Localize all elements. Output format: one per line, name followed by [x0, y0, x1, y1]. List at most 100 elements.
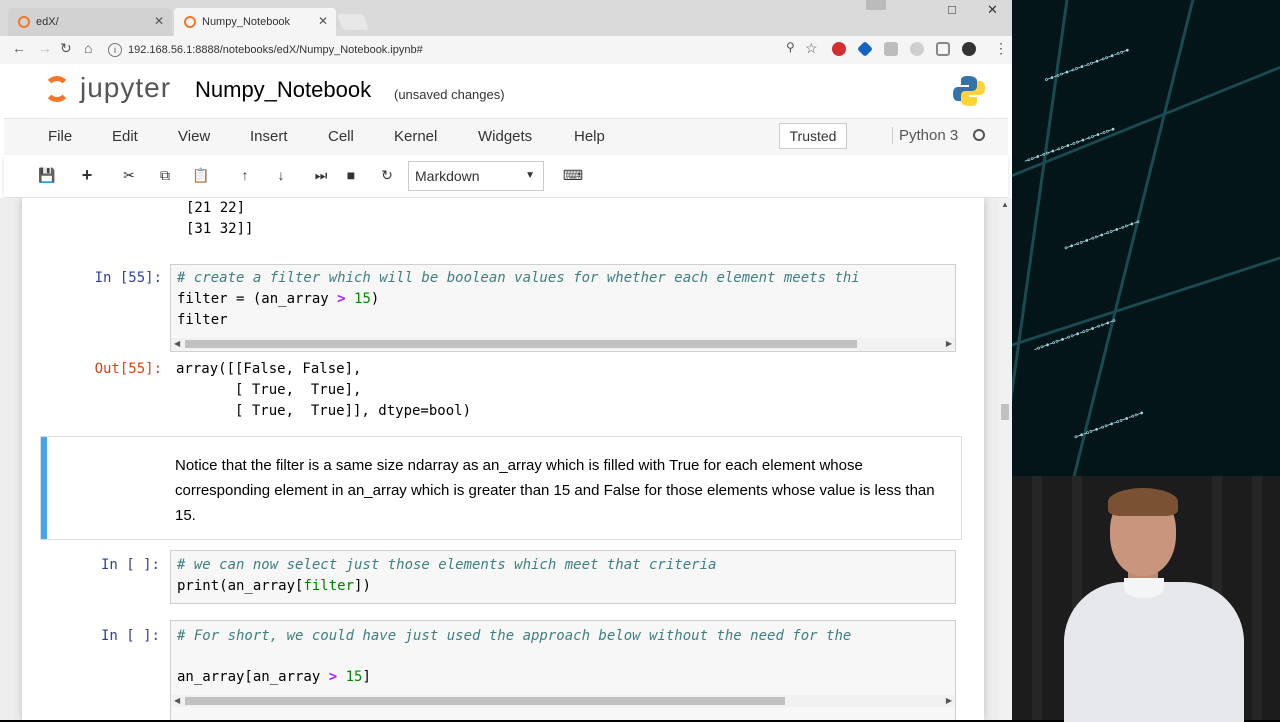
profile-icon[interactable]	[866, 0, 886, 10]
horizontal-scrollbar[interactable]: ◀ ▶	[171, 338, 955, 350]
presenter-collar	[1124, 578, 1164, 598]
code-operator: >	[337, 291, 346, 307]
notebook-area[interactable]: [21 22] [31 32]] In [55]: # create a fil…	[0, 198, 1012, 720]
back-icon[interactable]: ←	[12, 40, 26, 56]
menubar: File Edit View Insert Cell Kernel Widget…	[4, 118, 1008, 156]
tab-strip: edX/ ✕ Numpy_Notebook ✕ □ ✕	[0, 0, 1012, 36]
jupyter-logo-icon[interactable]	[44, 76, 70, 102]
notebook-page: [21 22] [31 32]] In [55]: # create a fil…	[22, 198, 984, 720]
stop-icon[interactable]: ■	[338, 163, 364, 187]
reload-icon[interactable]: ↻	[60, 40, 72, 57]
zoom-icon[interactable]: ⚲	[786, 40, 795, 54]
presenter-hair	[1108, 488, 1178, 516]
run-icon[interactable]: ⏭	[308, 163, 334, 187]
paste-icon[interactable]: 📋	[188, 163, 214, 187]
chevron-down-icon: ▼	[525, 170, 535, 181]
trusted-indicator[interactable]: Trusted	[779, 123, 847, 149]
menu-insert[interactable]: Insert	[250, 128, 288, 145]
scrollbar-thumb[interactable]	[185, 340, 857, 348]
address-bar: ← → ↻ ⌂ i 192.168.56.1:8888/notebooks/edX…	[0, 36, 1012, 65]
input-prompt: In [ ]:	[100, 557, 160, 573]
scroll-right-icon[interactable]: ▶	[946, 338, 952, 350]
code-line: filter = (an_array > 15)	[177, 291, 379, 307]
extension-diamond-icon[interactable]	[857, 41, 873, 57]
code-text: filter = (an_array	[177, 291, 338, 307]
cast-icon[interactable]	[936, 42, 950, 56]
code-comment: # For short, we could have just used the…	[177, 628, 852, 644]
notebook-title[interactable]: Numpy_Notebook	[195, 77, 371, 103]
input-prompt: In [ ]:	[100, 628, 160, 644]
vertical-scrollbar[interactable]: ▲	[998, 198, 1012, 720]
curtain-fold	[1252, 476, 1262, 720]
browser-menu-icon[interactable]: ⋮	[994, 40, 1008, 57]
scroll-left-icon[interactable]: ◀	[174, 338, 180, 350]
extension-icon[interactable]	[884, 42, 898, 56]
close-tab-icon[interactable]: ✕	[318, 14, 328, 28]
extension-icon[interactable]	[910, 42, 924, 56]
code-line: an_array[an_array > 15]	[177, 669, 371, 685]
markdown-text: Notice that the filter is a same size nd…	[175, 457, 935, 524]
move-up-icon[interactable]: ↑	[232, 163, 258, 187]
jupyter-favicon-icon	[18, 16, 30, 28]
code-cell-filter[interactable]: # create a filter which will be boolean …	[170, 264, 956, 352]
code-operator: >	[328, 669, 338, 685]
code-comment: # we can now select just those elements …	[177, 557, 717, 573]
scrollbar-thumb[interactable]	[185, 697, 785, 705]
code-cell-short[interactable]: # For short, we could have just used the…	[170, 620, 956, 720]
new-tab-button[interactable]	[337, 14, 369, 30]
code-cell-select[interactable]: # we can now select just those elements …	[170, 550, 956, 604]
insert-cell-icon[interactable]: +	[74, 163, 100, 187]
jupyter-favicon-icon	[184, 16, 196, 28]
output-line: [ True, True]], dtype=bool)	[176, 403, 472, 419]
menu-kernel[interactable]: Kernel	[394, 128, 437, 145]
cell-type-select[interactable]: Markdown ▼	[408, 161, 544, 191]
menu-cell[interactable]: Cell	[328, 128, 354, 145]
tab-numpy-notebook[interactable]: Numpy_Notebook ✕	[174, 8, 336, 36]
presenter-shirt	[1064, 582, 1244, 722]
keyboard-icon[interactable]: ⌨	[560, 163, 586, 187]
kernel-idle-icon	[973, 129, 985, 141]
cut-icon[interactable]: ✂	[116, 163, 142, 187]
copy-icon[interactable]: ⧉	[152, 163, 178, 187]
output-prompt: Out[55]:	[94, 361, 162, 377]
extension-icon[interactable]	[962, 42, 976, 56]
move-down-icon[interactable]: ↓	[268, 163, 294, 187]
url-field[interactable]: i 192.168.56.1:8888/notebooks/edX/Numpy_N…	[108, 40, 824, 60]
restart-icon[interactable]: ↻	[374, 163, 400, 187]
scroll-left-icon[interactable]: ◀	[174, 695, 180, 707]
scroll-up-icon[interactable]: ▲	[1001, 200, 1009, 209]
menu-help[interactable]: Help	[574, 128, 605, 145]
scroll-right-icon[interactable]: ▶	[946, 695, 952, 707]
digital-glyphs: ⊸⊶⊸⊶⊸⊶⊸⊶⊸⊶⊸⊶	[1023, 123, 1118, 168]
opera-extension-icon[interactable]	[832, 42, 846, 56]
menu-widgets[interactable]: Widgets	[478, 128, 532, 145]
grid-line	[1012, 256, 1280, 347]
markdown-cell-selected[interactable]: Notice that the filter is a same size nd…	[40, 436, 962, 540]
close-tab-icon[interactable]: ✕	[154, 14, 164, 28]
code-text: )	[370, 291, 380, 307]
output-line: [21 22]	[186, 200, 246, 216]
url-text: 192.168.56.1:8888/notebooks/edX/Numpy_No…	[128, 44, 423, 56]
tab-edx[interactable]: edX/ ✕	[8, 8, 172, 36]
code-text: ]	[362, 669, 371, 685]
code-number: 15	[345, 669, 363, 685]
home-icon[interactable]: ⌂	[84, 40, 92, 56]
jupyter-logo-text[interactable]: jupyter	[80, 72, 171, 104]
kernel-name[interactable]: Python 3	[892, 127, 958, 144]
scrollbar-thumb[interactable]	[1001, 404, 1009, 420]
selected-cell-indicator	[41, 437, 47, 539]
info-icon[interactable]: i	[108, 43, 122, 57]
maximize-icon[interactable]: □	[948, 2, 956, 17]
menu-view[interactable]: View	[178, 128, 210, 145]
browser-window: edX/ ✕ Numpy_Notebook ✕ □ ✕ ← → ↻ ⌂ i 192…	[0, 0, 1012, 720]
forward-icon[interactable]: →	[38, 40, 52, 56]
menu-file[interactable]: File	[48, 128, 72, 145]
horizontal-scrollbar[interactable]: ◀ ▶	[171, 695, 955, 707]
save-icon[interactable]: 💾	[34, 163, 60, 187]
menu-edit[interactable]: Edit	[112, 128, 138, 145]
output-line: [ True, True],	[176, 382, 362, 398]
bookmark-star-icon[interactable]: ☆	[805, 40, 818, 57]
close-window-icon[interactable]: ✕	[987, 2, 998, 18]
